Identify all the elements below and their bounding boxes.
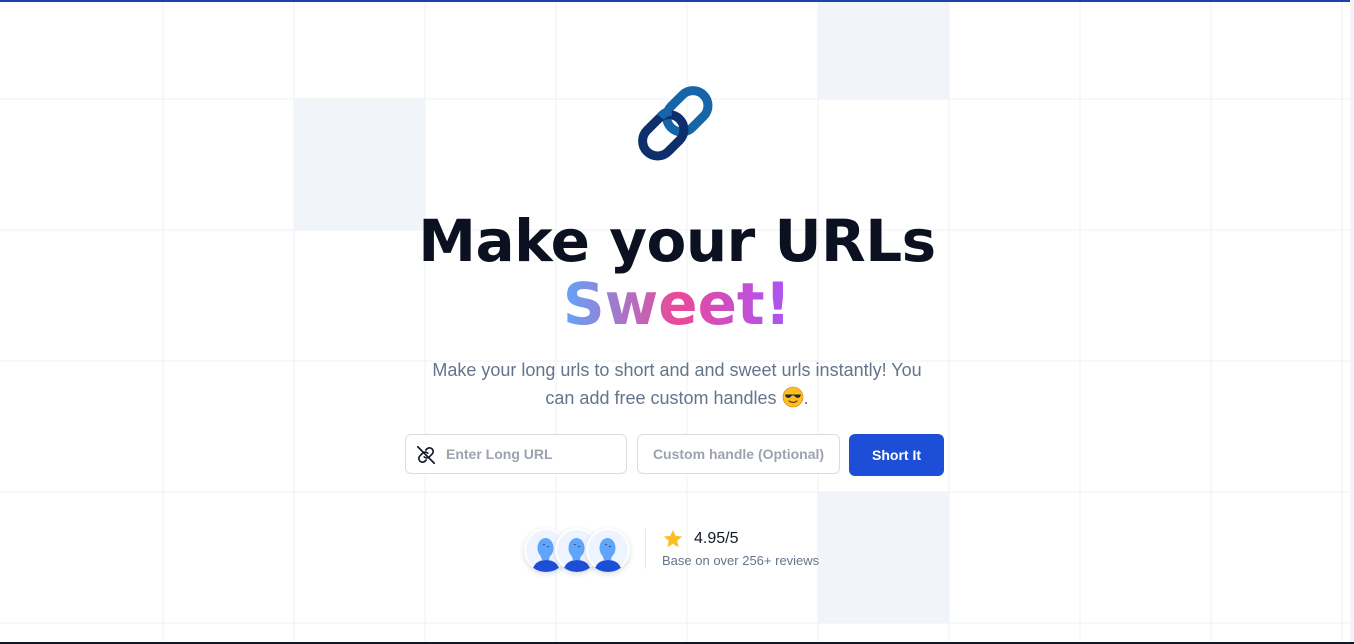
long-url-field[interactable] — [405, 434, 627, 474]
headline-accent-text: Sweet! — [562, 270, 792, 338]
link-icon — [416, 445, 436, 465]
hero-section: Make your URLs Sweet! Make your long url… — [0, 0, 1354, 644]
chain-link-icon — [638, 86, 713, 161]
user-avatar-icon — [586, 528, 630, 572]
custom-handle-input[interactable] — [638, 435, 839, 473]
long-url-input[interactable] — [446, 435, 622, 473]
star-icon — [663, 529, 683, 548]
short-it-button[interactable]: Short It — [849, 434, 944, 476]
page: Make your URLs Sweet! Make your long url… — [0, 0, 1354, 644]
reviews-count: Base on over 256+ reviews — [662, 553, 820, 568]
custom-handle-field[interactable] — [637, 434, 840, 474]
headline: Make your URLs — [418, 207, 936, 275]
headline-accent: Sweet! — [0, 272, 1354, 336]
rating-divider — [645, 529, 646, 569]
subtitle-end: . — [803, 388, 809, 408]
reviewer-avatars — [524, 528, 634, 574]
subtitle: Make your long urls to short and and swe… — [417, 356, 937, 412]
rating-value: 4.95/5 — [694, 530, 739, 547]
subtitle-text: Make your long urls to short and and swe… — [432, 360, 922, 408]
smiling-face-with-sunglasses-icon — [782, 386, 803, 408]
